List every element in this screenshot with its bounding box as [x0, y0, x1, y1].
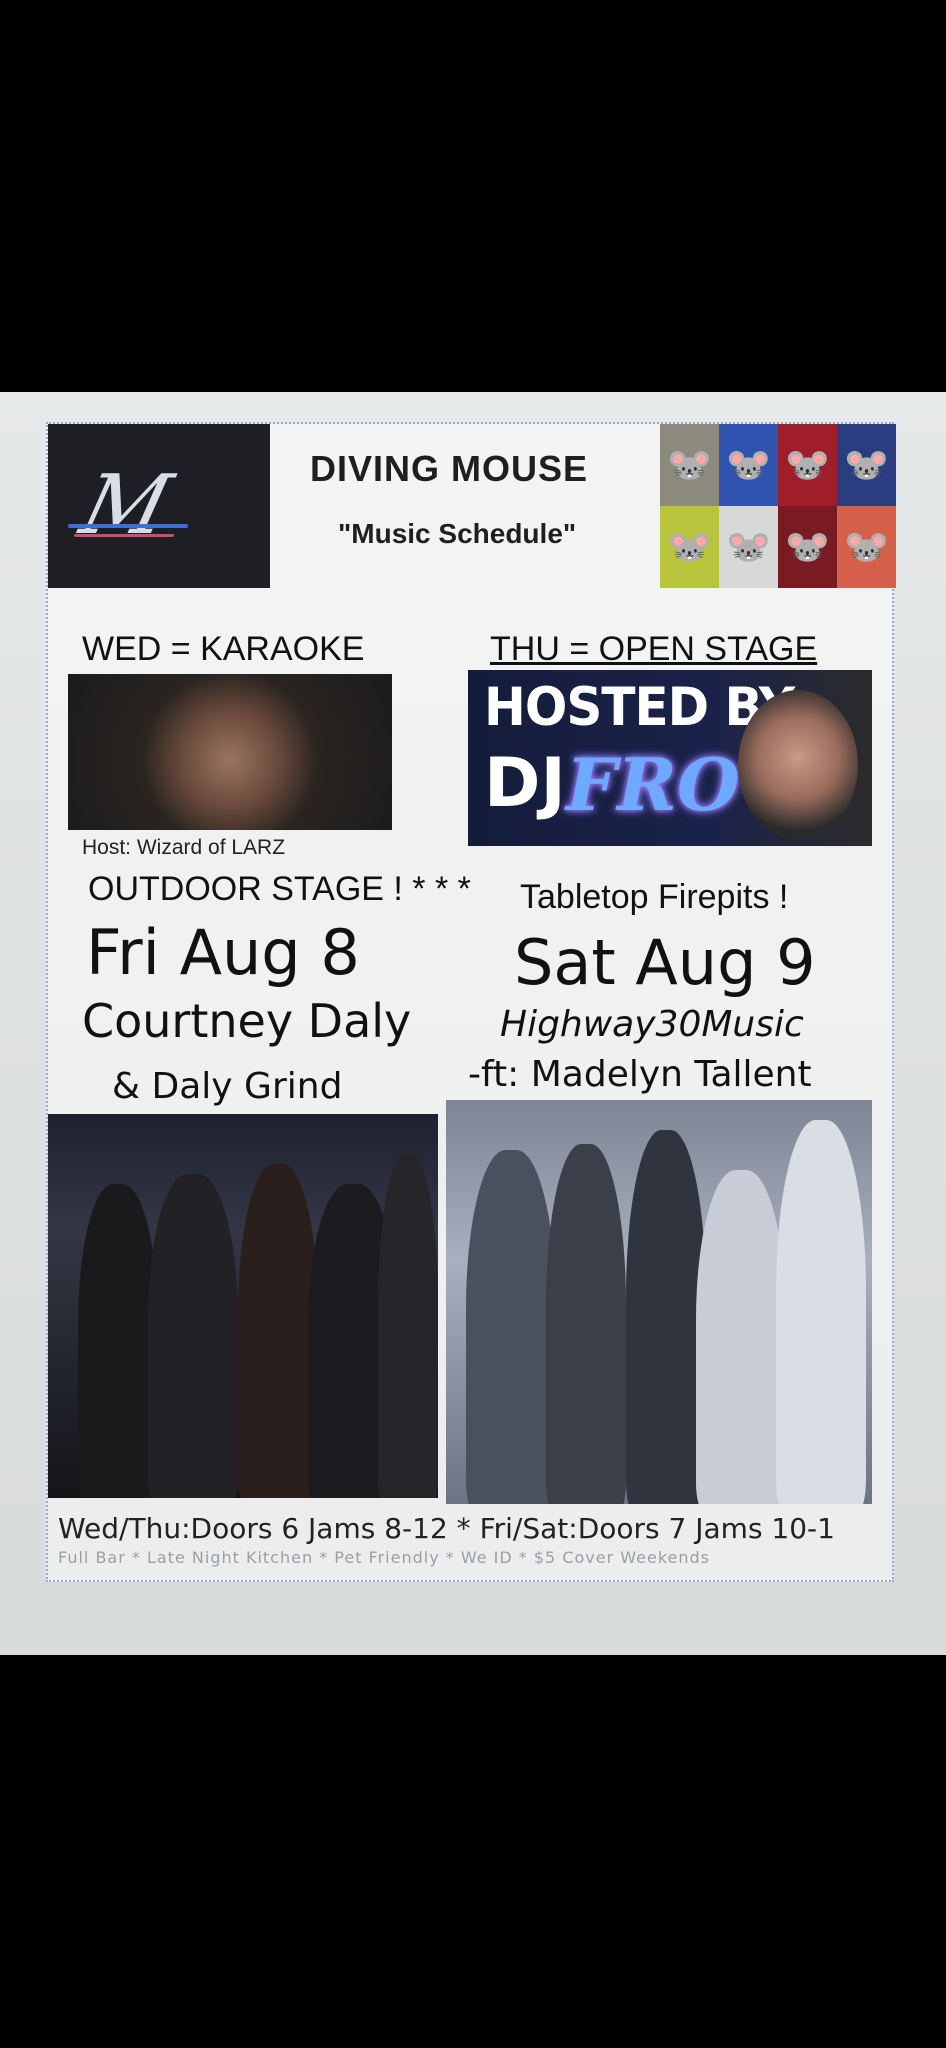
- band-member: [78, 1184, 158, 1498]
- mouse-icon: 🐭: [837, 424, 896, 506]
- band-member: [776, 1120, 866, 1504]
- band-member: [238, 1164, 318, 1498]
- banner-dj-name: FRO: [566, 742, 740, 827]
- logo-swoosh-red: [74, 534, 174, 537]
- schedule-subtitle: "Music Schedule": [338, 518, 577, 549]
- mouse-icon: 🐭: [660, 506, 719, 588]
- band-member: [466, 1150, 556, 1504]
- mouse-icon: 🐭: [837, 506, 896, 588]
- friday-band-photo: [48, 1114, 438, 1498]
- mouse-icon: 🐭: [778, 424, 837, 506]
- logo: M: [48, 424, 270, 588]
- karaoke-host-name: Host: Wizard of LARZ: [82, 836, 286, 859]
- friday-artist: Courtney Daly: [82, 994, 412, 1048]
- saturday-artist: Highway30Music: [500, 1004, 804, 1045]
- friday-date: Fri Aug 8: [86, 916, 360, 989]
- venue-title: DIVING MOUSE: [310, 448, 589, 489]
- mouse-icon: 🐭: [778, 506, 837, 588]
- details-line: Full Bar * Late Night Kitchen * Pet Frie…: [58, 1548, 710, 1567]
- karaoke-host-photo: [68, 674, 392, 830]
- saturday-feature: -ft: Madelyn Tallent: [468, 1054, 812, 1095]
- mouse-icon: 🐭: [660, 424, 719, 506]
- outdoor-stage-label: OUTDOOR STAGE ! * * *: [88, 870, 471, 908]
- band-member: [626, 1130, 706, 1504]
- saturday-date: Sat Aug 9: [514, 926, 816, 999]
- band-member: [696, 1170, 786, 1504]
- friday-band: & Daly Grind: [112, 1066, 343, 1107]
- band-member: [378, 1154, 438, 1498]
- saturday-band-photo: [446, 1100, 872, 1504]
- monitor-screen: M DIVING MOUSE "Music Schedule" 🐭 🐭 🐭 🐭 …: [0, 392, 946, 1655]
- flyer: M DIVING MOUSE "Music Schedule" 🐭 🐭 🐭 🐭 …: [46, 422, 896, 1582]
- firepits-label: Tabletop Firepits !: [520, 878, 789, 916]
- wednesday-label: WED = KARAOKE: [82, 630, 365, 668]
- dj-photo: [738, 690, 858, 840]
- mouse-grid: 🐭 🐭 🐭 🐭 🐭 🐭 🐭 🐭: [660, 424, 896, 588]
- logo-mark: M: [72, 458, 174, 553]
- mouse-icon: 🐭: [719, 424, 778, 506]
- hours-line: Wed/Thu:Doors 6 Jams 8-12 * Fri/Sat:Door…: [58, 1512, 835, 1545]
- band-member: [148, 1174, 238, 1498]
- mouse-icon: 🐭: [719, 506, 778, 588]
- open-stage-banner: HOSTED BY DJ FRO: [468, 670, 872, 846]
- band-member: [546, 1144, 626, 1504]
- thursday-label: THU = OPEN STAGE: [490, 630, 818, 668]
- banner-dj: DJ: [484, 744, 566, 823]
- logo-swoosh-blue: [68, 524, 188, 528]
